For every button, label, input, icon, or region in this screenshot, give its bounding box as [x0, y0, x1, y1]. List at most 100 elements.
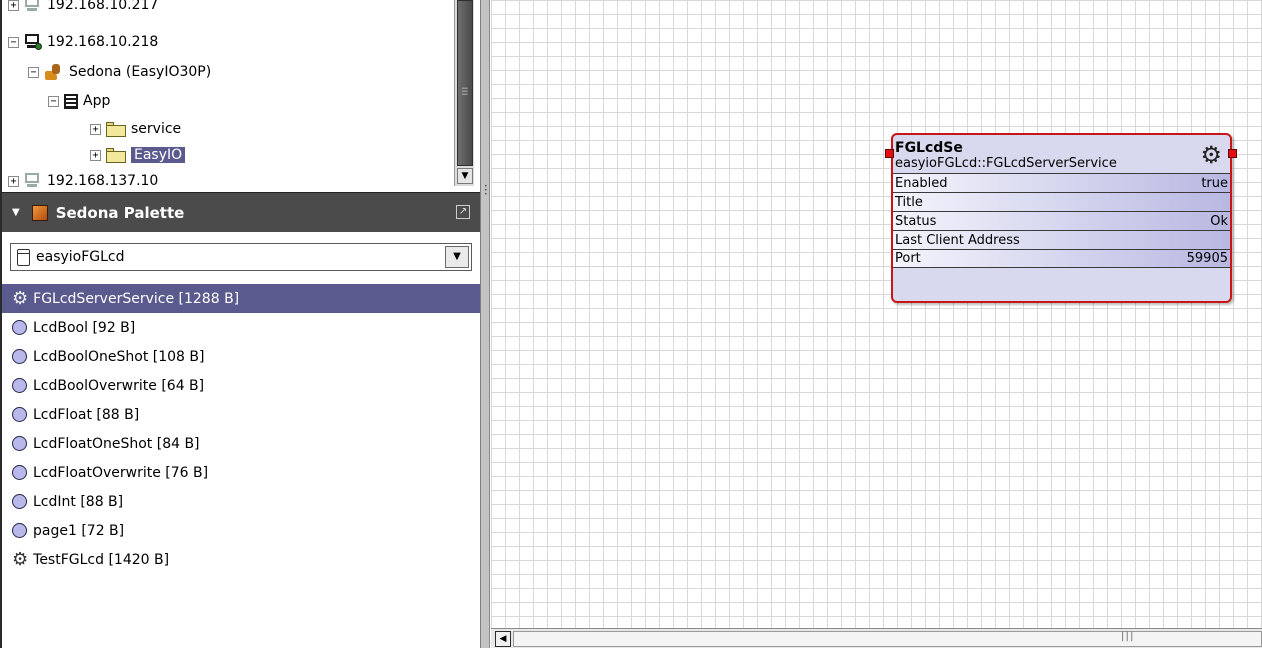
kit-select-value: easyioFGLcd	[36, 249, 125, 265]
palette-item-label: page1 [72 B]	[33, 522, 125, 539]
tree-item-host-137[interactable]: + 192.168.137.10	[8, 169, 158, 190]
collapse-toggle[interactable]: −	[28, 66, 39, 78]
tree-item-sedona[interactable]: − Sedona (EasyIO30P)	[28, 60, 211, 84]
link-input-point[interactable]	[885, 149, 894, 158]
host-connected-icon	[24, 34, 42, 50]
expand-toggle[interactable]: +	[90, 123, 101, 135]
tree-item-label: service	[131, 121, 182, 137]
host-icon	[24, 173, 42, 189]
grip-icon: − − −	[461, 84, 469, 100]
palette-item[interactable]: LcdBoolOneShot [108 B]	[2, 342, 482, 371]
palette-item-label: LcdFloat [88 B]	[33, 406, 140, 423]
kit-jar-icon	[17, 248, 30, 266]
collapse-toggle[interactable]: −	[8, 36, 19, 48]
palette-item-label: LcdFloatOneShot [84 B]	[33, 435, 200, 452]
slot-row[interactable]: Title	[893, 192, 1230, 211]
component-block[interactable]: FGLcdSe easyioFGLcd::FGLcdServerService …	[891, 133, 1232, 303]
slot-value: true	[1201, 175, 1228, 191]
tree-item-host-217[interactable]: + 192.168.10.217	[8, 0, 158, 17]
circle-icon	[12, 407, 27, 422]
palette-item[interactable]: LcdBoolOverwrite [64 B]	[2, 371, 482, 400]
palette-item-label: FGLcdServerService [1288 B]	[33, 290, 240, 307]
host-icon	[24, 0, 42, 13]
slot-name: Status	[895, 213, 937, 229]
palette-item[interactable]: LcdFloatOneShot [84 B]	[2, 429, 482, 458]
gear-icon: ⚙	[1200, 141, 1222, 169]
tree-item-host-218[interactable]: − 192.168.10.218	[8, 30, 158, 54]
tree-item-app[interactable]: − App	[48, 89, 110, 113]
palette-title: Sedona Palette	[55, 203, 185, 222]
slot-name: Enabled	[895, 175, 948, 191]
tree-vertical-scrollbar[interactable]: − − − ▼	[454, 0, 474, 186]
component-name: FGLcdSe	[895, 140, 963, 156]
palette-header: ▼ Sedona Palette ↗	[2, 192, 482, 232]
component-header: FGLcdSe easyioFGLcd::FGLcdServerService …	[893, 135, 1230, 173]
folder-icon	[106, 121, 126, 137]
palette-item[interactable]: ⚙ FGLcdServerService [1288 B]	[2, 284, 482, 313]
palette-item-label: LcdBoolOverwrite [64 B]	[33, 377, 205, 394]
folder-icon	[106, 147, 126, 163]
component-type: easyioFGLcd::FGLcdServerService	[895, 156, 1117, 171]
palette-item-label: TestFGLcd [1420 B]	[33, 551, 170, 568]
tree-item-label: EasyIO	[131, 147, 186, 163]
palette-item[interactable]: page1 [72 B]	[2, 516, 482, 545]
circle-icon	[12, 436, 27, 451]
tree-item-label: Sedona (EasyIO30P)	[69, 64, 212, 80]
tree-item-easyio[interactable]: + EasyIO	[90, 143, 186, 167]
pane-splitter[interactable]: • • •	[480, 0, 490, 648]
slot-name: Port	[895, 251, 921, 266]
slot-row[interactable]: Port 59905	[893, 249, 1230, 268]
palette-item[interactable]: LcdInt [88 B]	[2, 487, 482, 516]
gear-icon: ⚙	[12, 548, 29, 570]
circle-icon	[12, 523, 27, 538]
slot-name: Title	[895, 194, 923, 210]
slot-name: Last Client Address	[895, 232, 1020, 248]
palette-item[interactable]: LcdFloatOverwrite [76 B]	[2, 458, 482, 487]
circle-icon	[12, 349, 27, 364]
app-icon	[64, 93, 78, 109]
maximize-icon[interactable]: ↗	[456, 205, 470, 219]
gear-icon: ⚙	[12, 287, 29, 309]
slot-value: Ok	[1210, 213, 1228, 229]
scrollbar-thumb[interactable]	[513, 631, 1262, 647]
scroll-down-arrow-icon[interactable]: ▼	[457, 168, 473, 184]
collapse-triangle-icon[interactable]: ▼	[12, 207, 20, 218]
grip-icon: | | |	[1121, 631, 1134, 642]
wiresheet-canvas[interactable]	[491, 0, 1262, 628]
slot-value: 59905	[1186, 251, 1228, 266]
tree-item-label: App	[83, 93, 111, 109]
kit-select-dropdown[interactable]: easyioFGLcd ▼	[10, 243, 472, 271]
circle-icon	[12, 494, 27, 509]
splitter-grip-icon: • • •	[484, 183, 488, 198]
expand-toggle[interactable]: +	[90, 149, 101, 161]
palette-item[interactable]: ⚙ TestFGLcd [1420 B]	[2, 545, 482, 574]
tree-item-service[interactable]: + service	[90, 117, 181, 141]
tree-item-label: 192.168.10.217	[47, 0, 159, 13]
tree-item-label: 192.168.137.10	[47, 173, 159, 189]
palette-list: ⚙ FGLcdServerService [1288 B] LcdBool [9…	[2, 284, 482, 574]
slot-row[interactable]: Enabled true	[893, 173, 1230, 192]
palette-item-label: LcdInt [88 B]	[33, 493, 124, 510]
expand-toggle[interactable]: +	[8, 175, 19, 187]
scrollbar-thumb[interactable]	[457, 0, 473, 166]
link-output-point[interactable]	[1228, 149, 1237, 158]
canvas-horizontal-scrollbar[interactable]: ◀ | | |	[491, 628, 1262, 648]
nav-tree: + 192.168.10.217 − 192.168.10.218 − Sedo…	[2, 0, 474, 190]
slot-row[interactable]: Status Ok	[893, 211, 1230, 230]
palette-item-label: LcdBoolOneShot [108 B]	[33, 348, 205, 365]
collapse-toggle[interactable]: −	[48, 95, 59, 107]
left-sidebar: + 192.168.10.217 − 192.168.10.218 − Sedo…	[0, 0, 482, 648]
palette-item[interactable]: LcdFloat [88 B]	[2, 400, 482, 429]
circle-icon	[12, 320, 27, 335]
dropdown-arrow-icon[interactable]: ▼	[445, 246, 469, 268]
slot-row[interactable]: Last Client Address	[893, 230, 1230, 249]
expand-toggle[interactable]: +	[8, 0, 19, 11]
palette-item-label: LcdBool [92 B]	[33, 319, 136, 336]
palette-item-label: LcdFloatOverwrite [76 B]	[33, 464, 209, 481]
circle-icon	[12, 465, 27, 480]
scroll-left-arrow-icon[interactable]: ◀	[495, 631, 511, 647]
palette-item[interactable]: LcdBool [92 B]	[2, 313, 482, 342]
tree-item-label: 192.168.10.218	[47, 34, 159, 50]
palette-icon	[31, 204, 48, 221]
sedona-icon	[44, 63, 64, 81]
